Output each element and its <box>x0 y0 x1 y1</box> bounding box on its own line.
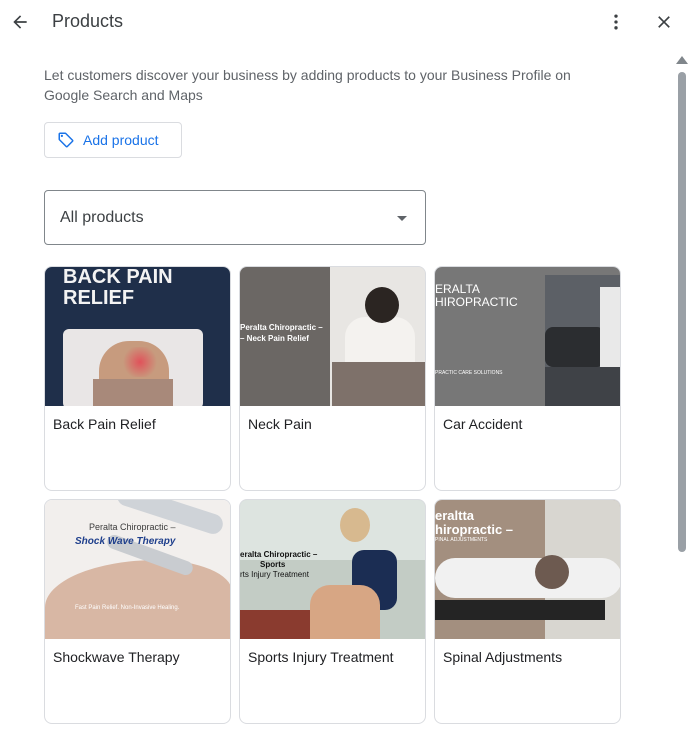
image-caption: HIROPRACTIC <box>435 295 518 309</box>
product-name: Shockwave Therapy <box>53 649 180 665</box>
product-name: Sports Injury Treatment <box>248 649 394 665</box>
image-caption: eraltta <box>435 508 475 523</box>
product-image: ERALTA HIROPRACTIC PRACTIC CARE SOLUTION… <box>435 267 620 406</box>
image-caption: BACK PAIN RELIEF <box>63 267 173 309</box>
image-caption: Fast Pain Relief. Non-Invasive Healing. <box>75 605 180 611</box>
product-card-car-accident[interactable]: ERALTA HIROPRACTIC PRACTIC CARE SOLUTION… <box>434 266 621 491</box>
product-image: Peralta Chiropractic – Shock Wave Therap… <box>45 500 230 639</box>
more-options-button[interactable] <box>600 6 632 38</box>
product-card-neck-pain[interactable]: Peralta Chiropractic – – Neck Pain Relie… <box>239 266 426 491</box>
dropdown-arrow-icon <box>397 216 407 221</box>
more-vert-icon <box>614 14 618 30</box>
tag-icon <box>58 132 74 148</box>
product-image: eralta Chiropractic – Sports rts Injury … <box>240 500 425 639</box>
image-caption: Sports <box>260 560 286 569</box>
dialog-header: Products <box>0 0 689 44</box>
product-name: Spinal Adjustments <box>443 649 563 665</box>
product-name: Neck Pain <box>248 416 312 432</box>
product-card-sports-injury-treatment[interactable]: eralta Chiropractic – Sports rts Injury … <box>239 499 426 724</box>
product-card-spinal-adjustments[interactable]: eraltta hiropractic – PINAL ADJUSTMENTS … <box>434 499 621 724</box>
product-card-shockwave-therapy[interactable]: Peralta Chiropractic – Shock Wave Therap… <box>44 499 231 724</box>
product-filter-select[interactable]: All products <box>44 190 426 245</box>
product-card-back-pain-relief[interactable]: BACK PAIN RELIEF Back Pain Relief <box>44 266 231 491</box>
product-image: Peralta Chiropractic – – Neck Pain Relie… <box>240 267 425 406</box>
image-caption: PINAL ADJUSTMENTS <box>435 537 488 543</box>
scroll-thumb[interactable] <box>678 72 686 552</box>
filter-selected-value: All products <box>60 208 144 226</box>
product-image: eraltta hiropractic – PINAL ADJUSTMENTS <box>435 500 620 639</box>
image-caption: – Neck Pain Relief <box>240 334 309 343</box>
add-product-label: Add product <box>83 132 159 148</box>
close-button[interactable] <box>648 6 680 38</box>
arrow-back-icon <box>13 15 27 29</box>
product-name: Back Pain Relief <box>53 416 156 432</box>
scrollbar[interactable] <box>676 54 689 729</box>
image-caption: eralta Chiropractic – <box>240 550 318 559</box>
back-button[interactable] <box>4 6 36 38</box>
scroll-up-icon[interactable] <box>676 56 688 64</box>
page-title: Products <box>52 11 124 31</box>
description-text: Let customers discover your business by … <box>44 67 571 103</box>
close-icon <box>658 16 670 28</box>
image-caption: PRACTIC CARE SOLUTIONS <box>435 370 503 376</box>
image-caption: Peralta Chiropractic – <box>240 323 323 332</box>
product-grid: BACK PAIN RELIEF Back Pain Relief Peralt… <box>44 266 622 726</box>
image-caption: Peralta Chiropractic – <box>89 522 176 532</box>
image-caption: rts Injury Treatment <box>240 570 309 579</box>
image-caption: Shock Wave Therapy <box>75 536 176 547</box>
product-image: BACK PAIN RELIEF <box>45 267 230 406</box>
add-product-button[interactable]: Add product <box>44 122 182 158</box>
product-name: Car Accident <box>443 416 523 432</box>
image-caption: hiropractic – <box>435 522 514 537</box>
